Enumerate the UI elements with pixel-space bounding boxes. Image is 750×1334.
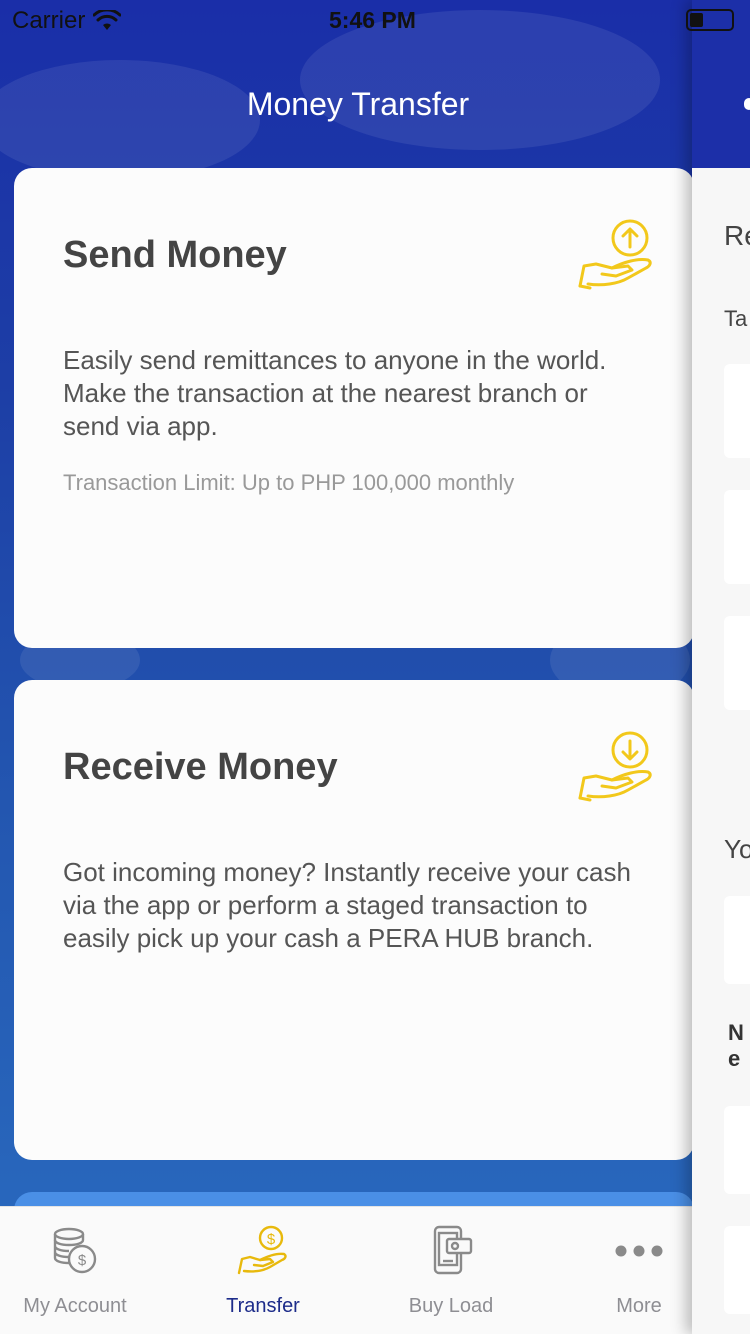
send-money-title: Send Money — [63, 234, 287, 276]
next-screen-field-5[interactable] — [724, 1106, 750, 1194]
phone-load-icon — [433, 1225, 473, 1275]
tab-label-more: More — [616, 1295, 662, 1317]
next-screen-note-1: N — [728, 1020, 744, 1045]
receive-money-card[interactable]: Receive Money Got incoming money? Instan… — [14, 680, 692, 1160]
status-bar: Carrier 5:46 PM — [0, 0, 750, 40]
tab-more[interactable]: More — [564, 1207, 692, 1334]
hand-coin-download-icon — [578, 731, 652, 802]
next-screen-field-2[interactable] — [724, 490, 750, 584]
send-money-card[interactable]: Send Money Easily send remittances to an… — [14, 168, 692, 648]
bottom-tab-bar: $ My Account $ Transfer Buy Load More — [0, 1206, 692, 1334]
status-time: 5:46 PM — [329, 7, 416, 33]
transaction-limit-text: Transaction Limit: Up to PHP 100,000 mon… — [63, 470, 515, 495]
page-title: Money Transfer — [246, 86, 470, 122]
next-screen-label-2: Yo — [724, 834, 750, 864]
hand-coin-upload-icon — [578, 219, 652, 290]
carrier-label: Carrier — [12, 7, 86, 34]
next-screen-field-3[interactable] — [724, 616, 750, 710]
next-screen-field-6[interactable] — [724, 1226, 750, 1314]
carrier-info: Carrier — [12, 7, 122, 35]
back-chevron-icon[interactable] — [744, 98, 750, 110]
tab-label-transfer: Transfer — [226, 1295, 300, 1317]
battery-icon — [686, 9, 734, 31]
tab-transfer[interactable]: $ Transfer — [188, 1207, 338, 1334]
tab-label-my-account: My Account — [23, 1295, 127, 1317]
hand-dollar-icon: $ — [237, 1225, 287, 1275]
tab-buy-load[interactable]: Buy Load — [376, 1207, 526, 1334]
next-screen-heading: Re — [724, 220, 750, 251]
tab-label-buy-load: Buy Load — [408, 1295, 494, 1317]
next-screen-field-4[interactable] — [724, 896, 750, 984]
next-screen-note-2: e — [728, 1046, 741, 1071]
receive-money-title: Receive Money — [63, 746, 338, 788]
svg-text:$: $ — [267, 1231, 276, 1248]
wifi-icon — [93, 10, 122, 30]
more-dots-icon — [615, 1245, 663, 1257]
next-screen-field-1[interactable] — [724, 364, 750, 458]
coins-stack-icon: $ — [53, 1227, 97, 1274]
receive-money-description: Got incoming money? Instantly receive yo… — [63, 857, 631, 953]
next-screen-label-1: Ta — [724, 306, 748, 331]
svg-text:$: $ — [78, 1252, 87, 1269]
tab-my-account[interactable]: $ My Account — [0, 1207, 150, 1334]
send-money-description: Easily send remittances to anyone in the… — [63, 345, 607, 441]
money-transfer-screen: Money Transfer Send Money Easily send re… — [0, 0, 692, 1334]
next-screen-peek: Re Ta Yo N e — [692, 0, 750, 1334]
